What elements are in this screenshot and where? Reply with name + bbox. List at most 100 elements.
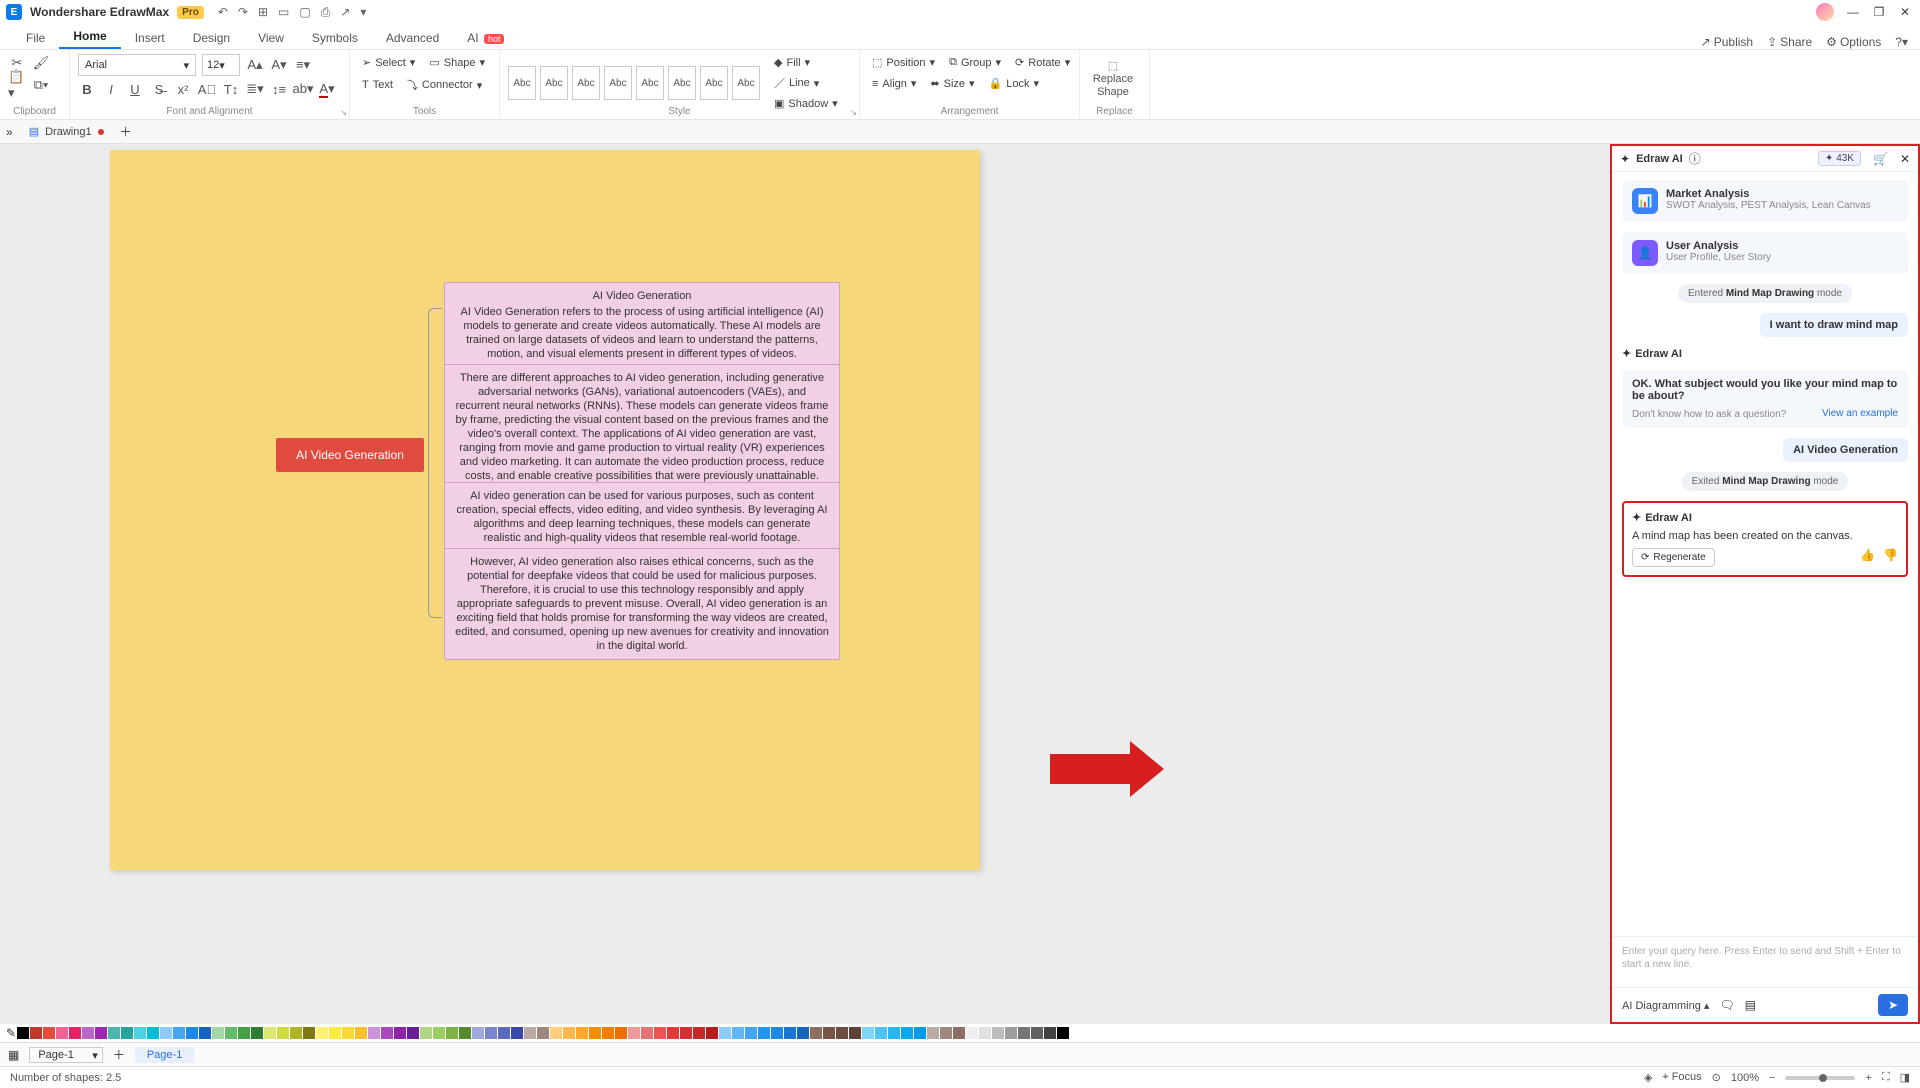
color-swatch[interactable] [82, 1027, 94, 1039]
color-swatch[interactable] [290, 1027, 302, 1039]
eyedropper-icon[interactable]: ✎ [6, 1026, 16, 1040]
color-swatch[interactable] [914, 1027, 926, 1039]
menu-advanced[interactable]: Advanced [372, 27, 453, 49]
font-color-icon[interactable]: A▾ [318, 80, 336, 98]
publish-button[interactable]: ↗ Publish [1701, 35, 1753, 49]
bullets-icon[interactable]: ≣▾ [246, 80, 264, 98]
card-user-analysis[interactable]: 👤 User AnalysisUser Profile, User Story [1622, 232, 1908, 274]
zoom-slider[interactable] [1785, 1076, 1855, 1080]
mindmap-child-3[interactable]: AI video generation can be used for vari… [444, 482, 840, 552]
fill-button[interactable]: ◆ Fill ▾ [770, 54, 842, 71]
ai-cart-icon[interactable]: 🛒 [1873, 152, 1888, 166]
color-swatch[interactable] [576, 1027, 588, 1039]
color-swatch[interactable] [108, 1027, 120, 1039]
color-swatch[interactable] [511, 1027, 523, 1039]
font-dialog-launcher-icon[interactable]: ↘ [340, 108, 347, 117]
color-swatch[interactable] [524, 1027, 536, 1039]
color-swatch[interactable] [433, 1027, 445, 1039]
color-swatch[interactable] [30, 1027, 42, 1039]
clear-format-icon[interactable]: A⃠ [198, 80, 216, 98]
color-swatch[interactable] [1057, 1027, 1069, 1039]
menu-ai[interactable]: AI hot [453, 27, 518, 49]
select-tool[interactable]: ➢ Select ▾ [358, 54, 419, 71]
user-avatar[interactable] [1816, 3, 1834, 21]
color-swatch[interactable] [615, 1027, 627, 1039]
color-swatch[interactable] [810, 1027, 822, 1039]
color-swatch[interactable] [667, 1027, 679, 1039]
share-button[interactable]: ⇪ Share [1767, 35, 1812, 49]
color-swatch[interactable] [953, 1027, 965, 1039]
color-swatch[interactable] [537, 1027, 549, 1039]
color-swatch[interactable] [186, 1027, 198, 1039]
line-spacing-icon[interactable]: ↕≡ [270, 80, 288, 98]
color-swatch[interactable] [69, 1027, 81, 1039]
color-swatch[interactable] [394, 1027, 406, 1039]
color-swatch[interactable] [43, 1027, 55, 1039]
color-swatch[interactable] [823, 1027, 835, 1039]
color-swatch[interactable] [758, 1027, 770, 1039]
mindmap-root[interactable]: AI Video Generation [276, 438, 424, 472]
ai-mode-select[interactable]: AI Diagramming ▴ [1622, 999, 1709, 1012]
menu-design[interactable]: Design [179, 27, 244, 49]
color-swatch[interactable] [212, 1027, 224, 1039]
color-swatch[interactable] [771, 1027, 783, 1039]
color-swatch[interactable] [17, 1027, 29, 1039]
menu-home[interactable]: Home [59, 25, 120, 49]
line-button[interactable]: ／ Line ▾ [770, 73, 842, 93]
qat-more-icon[interactable]: ▾ [360, 5, 366, 20]
color-swatch[interactable] [316, 1027, 328, 1039]
maximize-icon[interactable]: ❐ [1870, 5, 1888, 19]
color-swatch[interactable] [147, 1027, 159, 1039]
color-swatch[interactable] [1031, 1027, 1043, 1039]
decrease-font-icon[interactable]: A▾ [270, 56, 288, 74]
export-icon[interactable]: ↗ [340, 5, 350, 20]
color-swatch[interactable] [927, 1027, 939, 1039]
color-swatch[interactable] [446, 1027, 458, 1039]
shape-tool[interactable]: ▭ Shape ▾ [425, 54, 489, 71]
superscript-icon[interactable]: x² [174, 80, 192, 98]
menu-insert[interactable]: Insert [121, 27, 179, 49]
text-tool[interactable]: T Text [358, 77, 397, 93]
color-swatch[interactable] [407, 1027, 419, 1039]
add-page-icon[interactable]: ＋ [113, 1046, 125, 1063]
print-icon[interactable]: ⎙ [321, 5, 331, 20]
color-swatch[interactable] [654, 1027, 666, 1039]
card-market-analysis[interactable]: 📊 Market AnalysisSWOT Analysis, PEST Ana… [1622, 180, 1908, 222]
redo-icon[interactable]: ↷ [238, 5, 248, 20]
rotate-button[interactable]: ⟳ Rotate▾ [1011, 54, 1074, 71]
save-icon[interactable]: ▢ [299, 5, 310, 20]
color-swatch[interactable] [277, 1027, 289, 1039]
style-dialog-launcher-icon[interactable]: ↘ [850, 108, 857, 117]
color-swatch[interactable] [459, 1027, 471, 1039]
menu-view[interactable]: View [244, 27, 298, 49]
replace-shape-button[interactable]: ⬚ ReplaceShape [1088, 54, 1138, 99]
thumbs-up-icon[interactable]: 👍 [1860, 548, 1875, 562]
paste-icon[interactable]: 📋▾ [8, 76, 26, 94]
color-swatch[interactable] [641, 1027, 653, 1039]
color-swatch[interactable] [693, 1027, 705, 1039]
options-button[interactable]: ⚙ Options [1826, 35, 1881, 49]
color-swatch[interactable] [966, 1027, 978, 1039]
color-swatch[interactable] [797, 1027, 809, 1039]
mindmap-child-4[interactable]: However, AI video generation also raises… [444, 548, 840, 660]
color-swatch[interactable] [862, 1027, 874, 1039]
ai-template-icon[interactable]: ▤ [1745, 998, 1756, 1012]
color-swatch[interactable] [563, 1027, 575, 1039]
page-tab-1[interactable]: Page-1 [135, 1047, 194, 1063]
color-swatch[interactable] [719, 1027, 731, 1039]
color-swatch[interactable] [160, 1027, 172, 1039]
size-button[interactable]: ⬌ Size▾ [926, 75, 978, 92]
format-painter-icon[interactable]: 🖌 [32, 54, 50, 72]
layers-icon[interactable]: ◈ [1644, 1071, 1652, 1084]
thumbs-down-icon[interactable]: 👎 [1883, 548, 1898, 562]
color-swatch[interactable] [498, 1027, 510, 1039]
color-swatch[interactable] [602, 1027, 614, 1039]
color-swatch[interactable] [888, 1027, 900, 1039]
group-button[interactable]: ⧉ Group▾ [945, 54, 1005, 71]
underline-icon[interactable]: U [126, 80, 144, 98]
open-icon[interactable]: ▭ [278, 5, 289, 20]
color-swatch[interactable] [199, 1027, 211, 1039]
position-button[interactable]: ⬚ Position▾ [868, 54, 939, 71]
color-swatch[interactable] [1070, 1027, 1082, 1039]
minimize-icon[interactable]: — [1844, 5, 1862, 19]
